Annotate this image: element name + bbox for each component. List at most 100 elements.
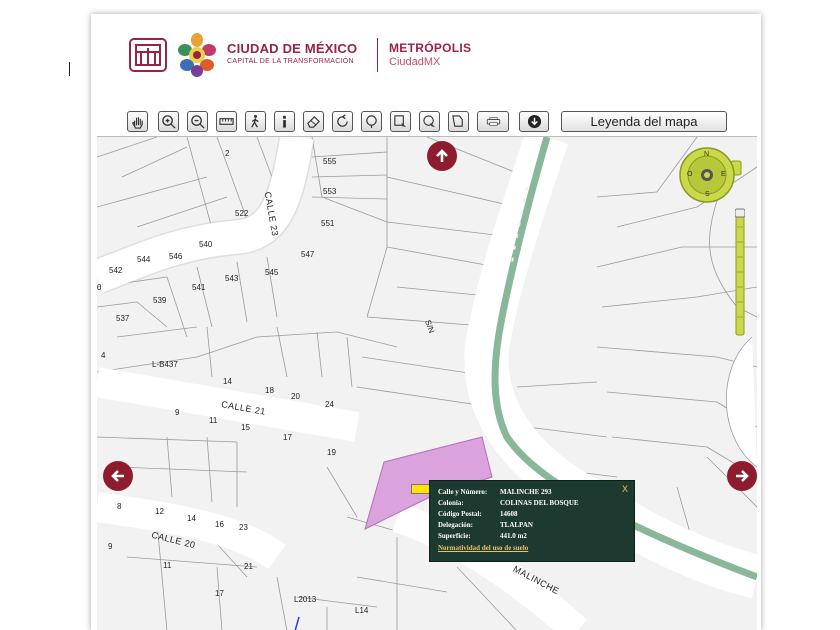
popup-close-button[interactable]: X	[622, 484, 628, 494]
arrow-right-icon	[736, 470, 749, 482]
print-icon	[486, 117, 500, 126]
zoom-in-button[interactable]	[158, 111, 179, 132]
parcel-label: L2013	[294, 595, 317, 604]
zoom-slider-track	[734, 208, 746, 336]
parcel-label: L14	[355, 606, 369, 615]
select-rect-icon	[394, 115, 407, 128]
header: CIUDAD DE MÉXICO CAPITAL DE LA TRANSFORM…	[91, 14, 761, 106]
parcel-label: 522	[235, 209, 249, 218]
land-use-link[interactable]: Normatividad del uso de suelo	[438, 544, 626, 552]
compass-north[interactable]: N	[704, 151, 709, 158]
refresh-icon	[337, 114, 348, 127]
parcel-label: 545	[265, 268, 279, 277]
parcel-label: 4	[101, 351, 106, 360]
pan-hand-button[interactable]	[127, 111, 148, 132]
select-circle-button[interactable]	[419, 111, 440, 132]
parcel-label: 14	[187, 514, 196, 523]
zoom-out-button[interactable]	[187, 111, 208, 132]
header-divider	[377, 38, 378, 72]
map-canvas[interactable]: 2 555 553 551 522 540 547 546 544 542 54…	[97, 136, 757, 630]
popup-row: Código Postal: 14608	[438, 510, 518, 518]
parcel-label: L-B437	[152, 360, 178, 369]
popup-row: Delegación: TLALPAN	[438, 521, 533, 529]
parcel-label: 19	[327, 448, 336, 457]
compass-west[interactable]: O	[687, 171, 692, 178]
parcel-label: 546	[169, 252, 183, 261]
erase-button[interactable]	[303, 111, 324, 132]
secondary-brand: METRÓPOLIS CiudadMX	[389, 41, 471, 68]
cdmx-seal-logo	[129, 38, 167, 72]
select-polygon-button[interactable]	[448, 111, 469, 132]
parcel-label: 18	[265, 386, 274, 395]
parcel-label: 553	[323, 187, 337, 196]
info-button[interactable]	[274, 111, 295, 132]
select-circle-icon	[423, 115, 436, 128]
parcel-label: 544	[137, 255, 151, 264]
parcel-label: 15	[241, 423, 250, 432]
parcel-label: 2	[225, 149, 230, 158]
compass-control[interactable]: N S E O	[677, 147, 747, 203]
zoom-slider[interactable]	[734, 207, 746, 337]
parcel-label: 14	[223, 377, 232, 386]
parcel-label: 24	[325, 400, 334, 409]
parcel-label: 551	[321, 219, 335, 228]
parcel-label: 12	[155, 507, 164, 516]
print-button[interactable]	[477, 111, 509, 132]
refresh-button[interactable]	[332, 111, 353, 132]
download-icon	[527, 114, 541, 129]
ruler-icon	[219, 118, 234, 125]
parcel-label: 11	[209, 416, 218, 425]
arrow-up-icon	[436, 149, 448, 162]
parcel-label: 547	[301, 250, 315, 259]
parcel-label: 16	[215, 520, 224, 529]
parcel-label: 0	[97, 283, 102, 292]
location-marker[interactable]	[411, 484, 431, 494]
parcel-label: 9	[108, 542, 113, 551]
parcel-label: 21	[244, 562, 253, 571]
parcel-label: 539	[153, 296, 167, 305]
cadastral-map	[97, 137, 757, 630]
map-legend-button[interactable]: Leyenda del mapa	[561, 111, 727, 132]
pan-up-button[interactable]	[427, 141, 457, 171]
locate-button[interactable]	[361, 111, 382, 132]
parcel-label: 542	[109, 266, 123, 275]
pan-left-button[interactable]	[103, 461, 133, 491]
select-polygon-icon	[452, 115, 463, 127]
parcel-label: 11	[163, 561, 172, 570]
compass-south[interactable]: S	[705, 191, 710, 198]
info-icon	[283, 115, 286, 128]
brand-subtitle: CAPITAL DE LA TRANSFORMACIÓN	[227, 58, 354, 65]
popup-row: Calle y Número: MALINCHE 293	[438, 488, 552, 496]
download-button[interactable]	[519, 111, 549, 132]
street-view-button[interactable]	[245, 111, 266, 132]
secondary-subtitle: CiudadMX	[389, 56, 441, 68]
brand-block: CIUDAD DE MÉXICO CAPITAL DE LA TRANSFORM…	[227, 41, 357, 65]
parcel-label: 543	[225, 274, 239, 283]
text-cursor	[69, 62, 70, 76]
parcel-label: 23	[239, 523, 248, 532]
arrow-left-icon	[111, 470, 124, 482]
parcel-label: 8	[117, 502, 122, 511]
parcel-label: 9	[175, 408, 180, 417]
measure-button[interactable]	[216, 111, 237, 132]
popup-row: Colonia: COLINAS DEL BOSQUE	[438, 499, 579, 507]
parcel-label: 540	[199, 240, 213, 249]
eraser-icon	[307, 116, 320, 128]
compass-east[interactable]: E	[721, 171, 726, 178]
parcel-label: 20	[291, 392, 300, 401]
parcel-label: 537	[116, 314, 130, 323]
select-rect-button[interactable]	[390, 111, 411, 132]
secondary-title: METRÓPOLIS	[389, 41, 472, 55]
flower-logo	[178, 33, 216, 77]
map-toolbar: Leyenda del mapa	[127, 111, 727, 135]
zoom-in-icon	[162, 115, 176, 129]
parcel-info-popup: X Calle y Número: MALINCHE 293 Colonia: CO…	[429, 480, 635, 562]
popup-row: Superficie: 441.0 m2	[438, 532, 527, 540]
pan-right-button[interactable]	[727, 461, 757, 491]
pan-hand-icon	[132, 117, 143, 129]
brand-title: CIUDAD DE MÉXICO	[227, 41, 358, 56]
parcel-label: 17	[283, 433, 292, 442]
parcel-label: 555	[323, 157, 337, 166]
parcel-label: 541	[192, 283, 206, 292]
map-viewer-card: CIUDAD DE MÉXICO CAPITAL DE LA TRANSFORM…	[91, 14, 761, 630]
